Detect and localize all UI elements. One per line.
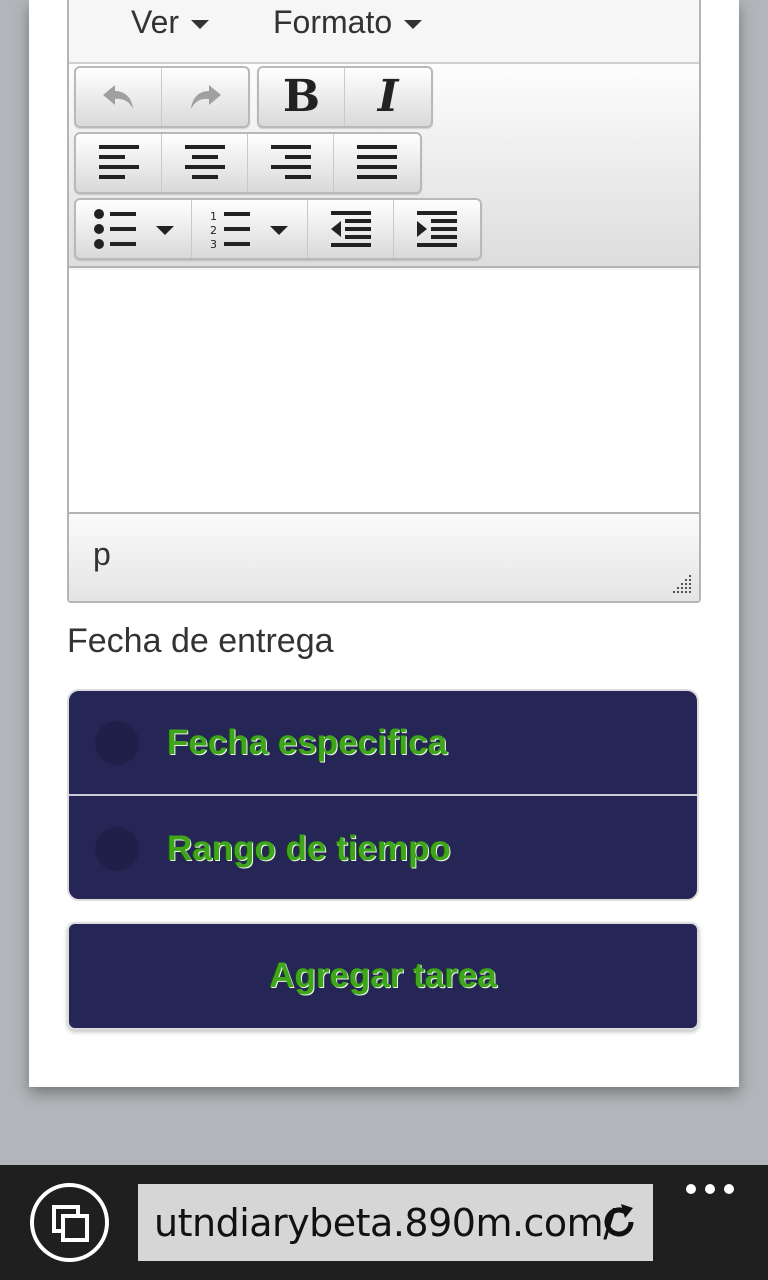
svg-text:2: 2: [210, 224, 217, 237]
element-path[interactable]: p: [93, 536, 111, 573]
align-right-icon: [270, 145, 311, 179]
italic-button[interactable]: I: [345, 68, 431, 126]
radio-option-specific-date[interactable]: Fecha especifica: [69, 691, 697, 796]
indent-icon: [417, 211, 457, 247]
menu-format[interactable]: Formato: [273, 2, 423, 42]
align-right-button[interactable]: [248, 134, 334, 192]
editor-menubar: Ver Formato: [69, 0, 699, 64]
tabs-button[interactable]: [30, 1183, 109, 1262]
align-left-button[interactable]: [76, 134, 162, 192]
dot-icon: [724, 1184, 734, 1194]
align-left-icon: [98, 145, 139, 179]
refresh-icon[interactable]: [599, 1202, 639, 1242]
chevron-down-icon: [191, 19, 210, 29]
rich-text-editor: Ver Formato B I 1 2 3 p: [67, 0, 701, 603]
menu-format-label: Formato: [273, 3, 393, 40]
undo-icon: [102, 85, 133, 109]
radio-label-time-range: Rango de tiempo: [167, 828, 451, 868]
outdent-icon: [330, 211, 371, 247]
align-justify-icon: [357, 145, 397, 179]
browser-app-bar: utndiarybeta.890m.com/: [0, 1165, 768, 1280]
chevron-down-icon: [404, 19, 423, 29]
editor-toolbar: B I 1 2 3: [69, 64, 699, 268]
url-text[interactable]: utndiarybeta.890m.com/: [154, 1201, 616, 1245]
more-options-button[interactable]: [686, 1179, 734, 1199]
tabs-icon: [51, 1204, 89, 1242]
text-style-group: B I: [257, 66, 433, 128]
indent-button[interactable]: [394, 200, 480, 258]
editor-content-area[interactable]: [69, 270, 699, 512]
add-task-button[interactable]: Agregar tarea: [67, 922, 699, 1030]
redo-button[interactable]: [162, 68, 248, 126]
menu-view-label: Ver: [131, 3, 180, 40]
numbered-list-button[interactable]: 1 2 3: [192, 200, 308, 258]
editor-statusbar: p: [69, 512, 699, 601]
address-bar[interactable]: utndiarybeta.890m.com/: [138, 1184, 653, 1261]
radio-icon[interactable]: [95, 720, 139, 765]
outdent-button[interactable]: [308, 200, 394, 258]
resize-handle-icon[interactable]: [671, 573, 693, 595]
due-date-label: Fecha de entrega: [67, 622, 334, 660]
align-center-icon: [184, 145, 225, 179]
radio-label-specific-date: Fecha especifica: [167, 722, 448, 762]
svg-text:1: 1: [210, 210, 217, 223]
bullet-list-icon: [93, 209, 174, 249]
history-group: [74, 66, 250, 128]
add-task-button-label: Agregar tarea: [269, 956, 497, 995]
radio-icon[interactable]: [95, 826, 139, 871]
svg-text:3: 3: [210, 238, 217, 249]
bullet-list-button[interactable]: [76, 200, 192, 258]
bold-button[interactable]: B: [259, 68, 345, 126]
bold-icon: B: [282, 71, 321, 122]
align-center-button[interactable]: [162, 134, 248, 192]
redo-icon: [191, 85, 221, 109]
due-date-radio-group: Fecha especifica Rango de tiempo: [67, 689, 699, 901]
align-justify-button[interactable]: [334, 134, 420, 192]
italic-icon: I: [377, 71, 399, 122]
numbered-list-icon: 1 2 3: [210, 210, 288, 249]
form-card: Ver Formato B I 1 2 3 p Fecha de entrega…: [29, 0, 739, 1087]
dot-icon: [686, 1184, 696, 1194]
alignment-group: [74, 132, 422, 194]
radio-option-time-range[interactable]: Rango de tiempo: [69, 796, 697, 899]
list-group: 1 2 3: [74, 198, 482, 260]
menu-view[interactable]: Ver: [131, 2, 210, 42]
dot-icon: [705, 1184, 715, 1194]
undo-button[interactable]: [76, 68, 162, 126]
